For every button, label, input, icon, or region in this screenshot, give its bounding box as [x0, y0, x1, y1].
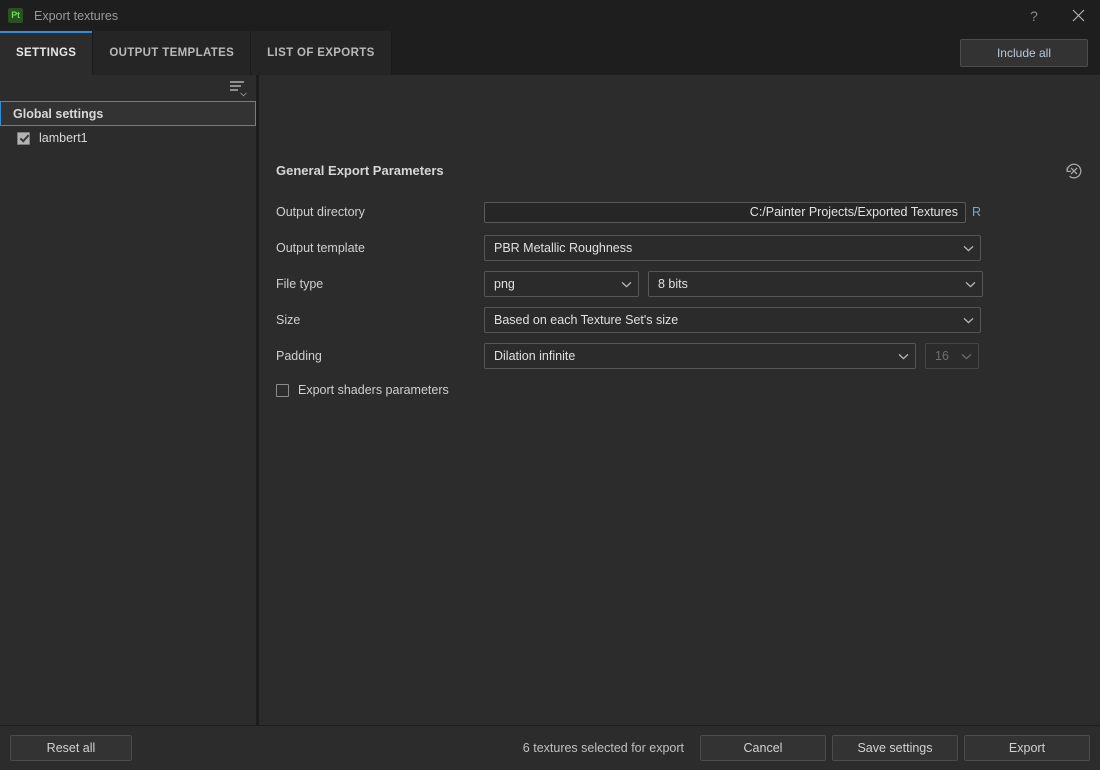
save-settings-button[interactable]: Save settings [832, 735, 958, 761]
include-all-button[interactable]: Include all [960, 39, 1088, 67]
label-output-directory: Output directory [276, 205, 365, 219]
row-size: Size Based on each Texture Set's size [259, 302, 1100, 338]
file-type-select[interactable]: png [484, 271, 639, 297]
output-directory-input[interactable]: C:/Painter Projects/Exported Textures [484, 201, 966, 223]
tab-output-templates-label: OUTPUT TEMPLATES [109, 47, 235, 59]
tab-list-of-exports[interactable]: LIST OF EXPORTS [251, 31, 392, 75]
window-title: Export textures [34, 8, 119, 23]
texture-set-list: Global settings lambert1 [0, 101, 256, 150]
padding-amount-select[interactable]: 16 [925, 343, 979, 369]
row-export-shaders-parameters[interactable]: Export shaders parameters [259, 374, 1100, 406]
sidebar-item-lambert1-label: lambert1 [39, 131, 88, 145]
reset-parameters-button[interactable] [1063, 160, 1085, 182]
export-textures-window: Pt Export textures ? SETTINGS OUTPUT TEM… [0, 0, 1100, 770]
row-output-template: Output template PBR Metallic Roughness [259, 230, 1100, 266]
export-status-text: 6 textures selected for export [522, 741, 684, 755]
row-output-directory: Output directory C:/Painter Projects/Exp… [259, 194, 1100, 230]
sidebar-item-global-settings[interactable]: Global settings [0, 101, 256, 126]
settings-panel: General Export Parameters Output directo… [259, 75, 1100, 725]
dialog-footer: Reset all 6 textures selected for export… [0, 725, 1100, 770]
tab-output-templates[interactable]: OUTPUT TEMPLATES [93, 31, 252, 75]
label-export-shaders-parameters: Export shaders parameters [298, 383, 449, 397]
sidebar-item-lambert1[interactable]: lambert1 [0, 126, 256, 150]
chevron-down-icon [240, 92, 247, 97]
sidebar-item-global-settings-label: Global settings [13, 106, 104, 121]
close-button[interactable] [1056, 0, 1100, 31]
export-parameters-form: Output directory C:/Painter Projects/Exp… [259, 194, 1100, 406]
output-template-select[interactable]: PBR Metallic Roughness [484, 235, 981, 261]
titlebar: Pt Export textures ? [0, 0, 1100, 31]
browse-directory-button[interactable]: R [972, 205, 984, 219]
lambert1-checkbox[interactable] [17, 131, 30, 145]
export-button[interactable]: Export [964, 735, 1090, 761]
output-template-value: PBR Metallic Roughness [494, 241, 633, 255]
label-padding: Padding [276, 349, 322, 363]
export-shaders-parameters-checkbox[interactable] [276, 383, 289, 397]
bit-depth-value: 8 bits [658, 277, 688, 291]
size-select[interactable]: Based on each Texture Set's size [484, 307, 981, 333]
tab-settings-label: SETTINGS [16, 47, 77, 59]
control-output-directory: C:/Painter Projects/Exported Textures R [484, 201, 984, 223]
titlebar-controls: ? [1012, 0, 1100, 31]
row-padding: Padding Dilation infinite 16 [259, 338, 1100, 374]
padding-amount-value: 16 [935, 349, 949, 363]
include-all-wrapper: Include all [960, 39, 1088, 67]
row-file-type: File type png 8 bits [259, 266, 1100, 302]
revert-reset-icon [1066, 163, 1082, 179]
reset-all-button[interactable]: Reset all [10, 735, 132, 761]
help-button[interactable]: ? [1012, 0, 1056, 31]
tab-strip: SETTINGS OUTPUT TEMPLATES LIST OF EXPORT… [0, 31, 1100, 75]
control-output-template: PBR Metallic Roughness [484, 235, 981, 261]
chevron-down-icon [621, 281, 632, 287]
dialog-body: Global settings lambert1 General Export … [0, 75, 1100, 725]
padding-value: Dilation infinite [494, 349, 576, 363]
app-logo-icon: Pt [8, 8, 23, 23]
control-file-type: png 8 bits [484, 271, 983, 297]
control-size: Based on each Texture Set's size [484, 307, 981, 333]
label-output-template: Output template [276, 241, 365, 255]
chevron-down-icon [963, 317, 974, 323]
filter-sort-icon[interactable] [230, 81, 247, 97]
chevron-down-icon [965, 281, 976, 287]
label-size: Size [276, 313, 301, 327]
tab-settings[interactable]: SETTINGS [0, 31, 94, 75]
label-file-type: File type [276, 277, 324, 291]
texture-set-sidebar: Global settings lambert1 [0, 75, 259, 725]
chevron-down-icon [898, 353, 909, 359]
close-icon [1072, 9, 1084, 22]
chevron-down-icon [963, 245, 974, 251]
sidebar-toolbar [0, 75, 256, 101]
size-value: Based on each Texture Set's size [494, 313, 679, 327]
chevron-down-icon [961, 353, 972, 359]
tab-list-of-exports-label: LIST OF EXPORTS [267, 47, 375, 59]
control-padding: Dilation infinite 16 [484, 343, 979, 369]
bit-depth-select[interactable]: 8 bits [648, 271, 983, 297]
padding-select[interactable]: Dilation infinite [484, 343, 916, 369]
question-mark-icon: ? [1030, 7, 1038, 24]
cancel-button[interactable]: Cancel [700, 735, 826, 761]
tab-list: SETTINGS OUTPUT TEMPLATES LIST OF EXPORT… [0, 31, 392, 75]
page-title: General Export Parameters [276, 163, 444, 178]
file-type-value: png [494, 277, 515, 291]
